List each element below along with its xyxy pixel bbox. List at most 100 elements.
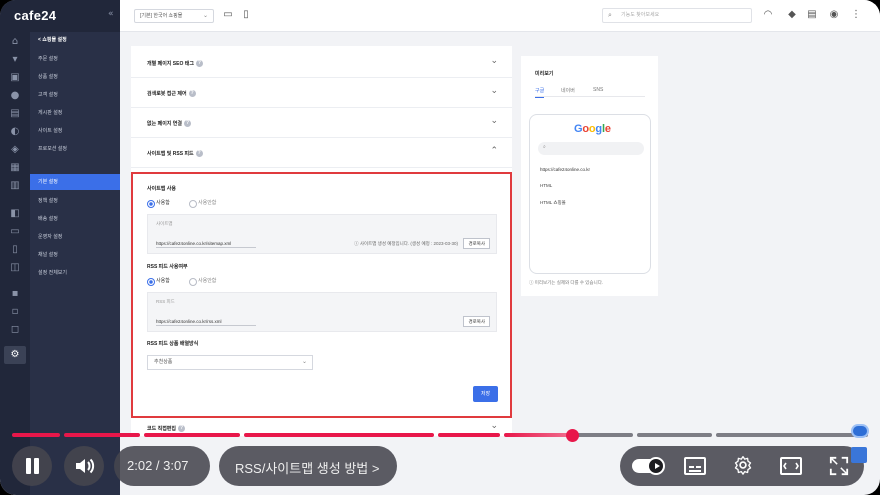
help-icon[interactable]: ? (195, 60, 203, 68)
sitemap-radio-on[interactable]: 사용함 (147, 200, 170, 208)
rss-copy-button[interactable]: 경로복사 (463, 316, 490, 327)
floating-chat-icon[interactable] (851, 424, 869, 438)
accordion-missing-page[interactable]: 없는 페이지 연결? ⌄ (131, 108, 512, 138)
theater-mode-icon[interactable] (780, 456, 802, 476)
sitemap-rss-settings: 사이트맵 사용 사용함 사용안함 사이트맵 https://cafe24onli… (131, 172, 512, 418)
fullscreen-icon[interactable] (828, 456, 850, 476)
folder-icon[interactable]: ▫ (9, 306, 21, 318)
pause-icon (26, 458, 39, 474)
settings-icon[interactable]: ⚙ (4, 346, 26, 364)
account-icon[interactable]: ◉ (828, 9, 840, 21)
gear-icon[interactable] (732, 455, 754, 475)
rss-box-label: RSS 피드 (156, 299, 175, 304)
sidebar-item-product[interactable]: 상품 설정 (38, 73, 58, 80)
sidebar-back[interactable]: < 쇼핑몰 설정 (38, 36, 67, 43)
mobile-view-icon[interactable]: ▯ (240, 9, 252, 21)
sidebar-item-policy[interactable]: 정책 설정 (38, 197, 58, 204)
help-icon[interactable]: ? (183, 120, 191, 128)
stats-icon[interactable]: ▦ (9, 162, 21, 174)
sidebar-item-site[interactable]: 사이트 설정 (38, 127, 62, 134)
home-icon[interactable]: ⌂ (9, 36, 21, 48)
user-icon[interactable]: ● (9, 90, 21, 102)
volume-button[interactable] (64, 446, 104, 486)
collapse-sidebar-icon[interactable]: « (108, 9, 114, 19)
sidebar-item-channel[interactable]: 채널 설정 (38, 251, 58, 258)
time-text: 2:02 / 3:07 (127, 458, 189, 473)
mobile-icon[interactable]: ▯ (9, 244, 21, 256)
accordion-code-edit[interactable]: 코드 직접편집? ⌄ (131, 416, 512, 446)
sidebar-item-operator[interactable]: 운영자 설정 (38, 233, 62, 240)
floating-help-icon[interactable] (851, 447, 867, 463)
progress-chapter[interactable] (144, 433, 240, 437)
sidebar-item-all[interactable]: 설정 전체보기 (38, 269, 67, 276)
shop-select[interactable]: [기본] 한국어 쇼핑몰 ⌄ (134, 9, 214, 23)
sitemap-copy-button[interactable]: 경로복사 (463, 238, 490, 249)
help-icon[interactable]: ? (178, 425, 185, 433)
rss-sort-select[interactable]: 추천상품 ⌄ (147, 355, 313, 370)
sitemap-title: 사이트맵 사용 (147, 186, 176, 192)
sitemap-url[interactable]: https://cafe24online.co.kr/sitemap.xml (156, 241, 256, 248)
accordion-seo-tags[interactable]: 개별 페이지 SEO 태그? ⌄ (131, 48, 512, 78)
pause-button[interactable] (12, 446, 52, 486)
gift-icon[interactable]: ◫ (9, 262, 21, 274)
board-icon[interactable]: ▤ (9, 108, 21, 120)
progress-chapter[interactable] (12, 433, 60, 437)
progress-chapter[interactable] (64, 433, 140, 437)
sidebar-item-promotion[interactable]: 프로모션 설정 (38, 145, 67, 152)
accordion-label: 사이트맵 및 RSS 피드 (147, 151, 194, 157)
logo[interactable]: cafe24 (14, 8, 56, 23)
sidebar-item-basic[interactable]: 기본 설정 (30, 174, 120, 190)
progress-chapter[interactable] (637, 433, 712, 437)
accordion-sitemap-rss[interactable]: 사이트맵 및 RSS 피드? ⌃ (131, 138, 512, 168)
result-title: HTML (540, 183, 553, 188)
tab-sns[interactable]: SNS (593, 87, 603, 93)
headset-icon[interactable]: ◠ (762, 9, 774, 21)
accordion-robot-control[interactable]: 검색로봇 접근 제어? ⌄ (131, 78, 512, 108)
tab-naver[interactable]: 네이버 (561, 87, 575, 94)
box-icon[interactable]: ▣ (9, 72, 21, 84)
app-icon[interactable]: ◧ (9, 208, 21, 220)
time-display: 2:02 / 3:07 (114, 446, 210, 486)
search-placeholder: 기능도 찾아보세요 (621, 12, 660, 18)
progress-chapter-current[interactable] (504, 433, 568, 437)
pc-view-icon[interactable]: ▭ (222, 9, 234, 21)
store-icon[interactable]: ▭ (9, 226, 21, 238)
apps-grid-icon[interactable]: ⋮ (850, 9, 862, 21)
sidebar-item-customer[interactable]: 고객 설정 (38, 91, 58, 98)
report-icon[interactable]: ▥ (9, 180, 21, 192)
apps-grid-icon[interactable]: ▪ (9, 288, 21, 300)
sidebar-item-board[interactable]: 게시판 설정 (38, 109, 62, 116)
sitemap-note: ⓘ 사이트맵 생성 예정입니다. (생성 예정 : 2023-03-30) (354, 241, 458, 246)
copy-icon[interactable]: ◻ (9, 324, 21, 336)
icon-rail: ⌂ ▾ ▣ ● ▤ ◐ ◈ ▦ ▥ ◧ ▭ ▯ ◫ ▪ ▫ ◻ ⚙ (0, 0, 30, 495)
progress-scrubber[interactable] (566, 429, 579, 442)
progress-chapter[interactable] (244, 433, 434, 437)
help-icon[interactable]: ? (188, 90, 196, 98)
save-button[interactable]: 저장 (473, 386, 498, 402)
rss-radio-off[interactable]: 사용안함 (189, 278, 216, 286)
rss-radio-on[interactable]: 사용함 (147, 278, 170, 286)
rss-title: RSS 피드 사용여부 (147, 264, 188, 270)
bell-icon[interactable]: ◆ (786, 9, 798, 21)
autoplay-toggle[interactable] (632, 457, 665, 475)
search-input[interactable]: ⌕ 기능도 찾아보세요 (602, 8, 752, 23)
captions-icon[interactable] (684, 456, 706, 476)
chevron-down-icon: ⌄ (490, 56, 498, 66)
cart-icon[interactable]: ▾ (9, 54, 21, 66)
sidebar-item-shipping[interactable]: 배송 설정 (38, 215, 58, 222)
store-icon[interactable]: ▤ (806, 9, 818, 21)
sidebar-item-order[interactable]: 주문 설정 (38, 55, 58, 62)
accordion-label: 코드 직접편집 (147, 426, 176, 432)
progress-chapter[interactable] (716, 433, 868, 437)
result-url: https://cafe24online.co.kr (540, 167, 591, 172)
promo-icon[interactable]: ◈ (9, 144, 21, 156)
design-icon[interactable]: ◐ (9, 126, 21, 138)
rss-url[interactable]: https://cafe24online.co.kr/rss.xml (156, 319, 256, 326)
help-icon[interactable]: ? (195, 150, 203, 158)
preview-title: 미리보기 (535, 71, 554, 77)
chevron-down-icon: ⌄ (490, 116, 498, 126)
sitemap-radio-off[interactable]: 사용안함 (189, 200, 216, 208)
chevron-up-icon: ⌃ (490, 146, 498, 156)
progress-chapter[interactable] (438, 433, 500, 437)
chapter-button[interactable]: RSS/사이트맵 생성 방법 > (219, 446, 397, 486)
